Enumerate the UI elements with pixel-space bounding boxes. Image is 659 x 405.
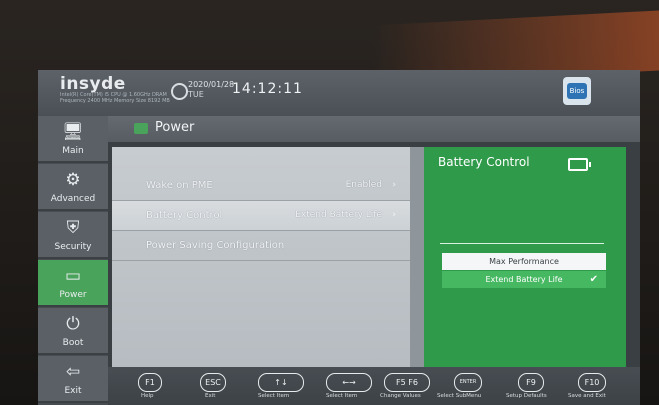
settings-panel: Wake on PME Enabled › Battery Control Ex…: [112, 147, 410, 367]
key-esc[interactable]: ESC: [200, 373, 226, 392]
key-label: Select Item: [326, 393, 358, 399]
footer-keys: F1 Help ESC Exit ↑↓ Select Item ←→ Selec…: [108, 367, 640, 405]
system-info: Intel(R) Core(TM) i5 CPU @ 1.60GHz DRAM …: [60, 92, 170, 104]
setting-label: Battery Control: [146, 210, 223, 221]
day: TUE: [188, 90, 204, 99]
setting-wake-on-pme[interactable]: Wake on PME Enabled ›: [112, 171, 410, 201]
monitor-icon: 🖥: [62, 122, 84, 142]
key-label: Select Item: [258, 393, 290, 399]
sidebar-item-exit[interactable]: ⇦ Exit: [38, 356, 108, 403]
scrollbar[interactable]: [410, 147, 424, 367]
option-label: Extend Battery Life: [485, 275, 563, 284]
date: 2020/01/28: [188, 80, 235, 89]
sidebar-item-label: Security: [54, 242, 92, 252]
check-icon: ✔: [589, 274, 598, 285]
sidebar-item-label: Advanced: [50, 194, 96, 204]
sidebar-item-main[interactable]: 🖥 Main: [38, 116, 108, 163]
key-label: Help: [141, 393, 154, 399]
power-icon: ⏻: [66, 314, 80, 334]
sidebar-item-label: Boot: [62, 338, 84, 348]
battery-icon: [568, 158, 591, 171]
key-f9[interactable]: F9: [518, 373, 544, 392]
option-max-performance[interactable]: Max Performance: [442, 253, 606, 270]
setting-label: Power Saving Configuration: [146, 240, 285, 251]
sidebar-item-power[interactable]: ▭ Power: [38, 260, 108, 307]
battery-icon: ▭: [64, 266, 82, 286]
sidebar-item-label: Power: [59, 290, 87, 300]
sidebar-item-label: Exit: [64, 386, 82, 396]
key-f5-f6[interactable]: F5 F6: [384, 373, 430, 392]
brand-logo: insyde: [60, 74, 126, 94]
sidebar-item-label: Main: [62, 146, 84, 156]
setting-value: Enabled: [345, 180, 382, 190]
help-panel: Battery Control Max Performance Extend B…: [424, 147, 626, 367]
key-up-down[interactable]: ↑↓: [258, 373, 304, 392]
page-title: Power: [155, 120, 195, 135]
key-label: Save and Exit: [568, 393, 606, 399]
page-header: Power: [108, 116, 640, 142]
help-title: Battery Control: [438, 155, 530, 169]
option-extend-battery-life[interactable]: Extend Battery Life ✔: [442, 271, 606, 288]
key-f10[interactable]: F10: [578, 373, 606, 392]
battery-icon: [134, 123, 148, 134]
key-f1[interactable]: F1: [138, 373, 162, 392]
shield-icon: ⛨: [66, 218, 80, 238]
bios-screen: insyde Intel(R) Core(TM) i5 CPU @ 1.60GH…: [38, 70, 640, 405]
divider: [440, 243, 604, 244]
time: 14:12:11: [232, 81, 303, 97]
chevron-right-icon: ›: [392, 180, 396, 190]
clock-icon: [171, 83, 188, 100]
setting-power-saving-configuration[interactable]: Power Saving Configuration: [112, 231, 410, 261]
sidebar-item-boot[interactable]: ⏻ Boot: [38, 308, 108, 355]
sidebar-item-security[interactable]: ⛨ Security: [38, 212, 108, 259]
exit-icon: ⇦: [65, 362, 81, 382]
setting-battery-control[interactable]: Battery Control Extend Battery Life ›: [112, 201, 410, 231]
key-label: Exit: [205, 393, 216, 399]
key-label: Select SubMenu: [437, 393, 482, 399]
key-label: Setup Defaults: [506, 393, 547, 399]
bios-logo-icon: Bios: [563, 77, 591, 105]
advanced-icon: ⚙: [65, 170, 81, 190]
chevron-right-icon: ›: [392, 210, 396, 220]
setting-label: Wake on PME: [146, 180, 213, 191]
bios-logo-text: Bios: [567, 83, 587, 99]
key-left-right[interactable]: ←→: [326, 373, 372, 392]
sidebar-item-advanced[interactable]: ⚙ Advanced: [38, 164, 108, 211]
setting-value: Extend Battery Life: [295, 210, 382, 220]
top-bar: insyde Intel(R) Core(TM) i5 CPU @ 1.60GH…: [38, 70, 640, 116]
sidebar: 🖥 Main ⚙ Advanced ⛨ Security ▭ Power ⏻ B…: [38, 116, 108, 405]
key-enter[interactable]: ENTER: [454, 373, 482, 392]
key-label: Change Values: [380, 393, 421, 399]
